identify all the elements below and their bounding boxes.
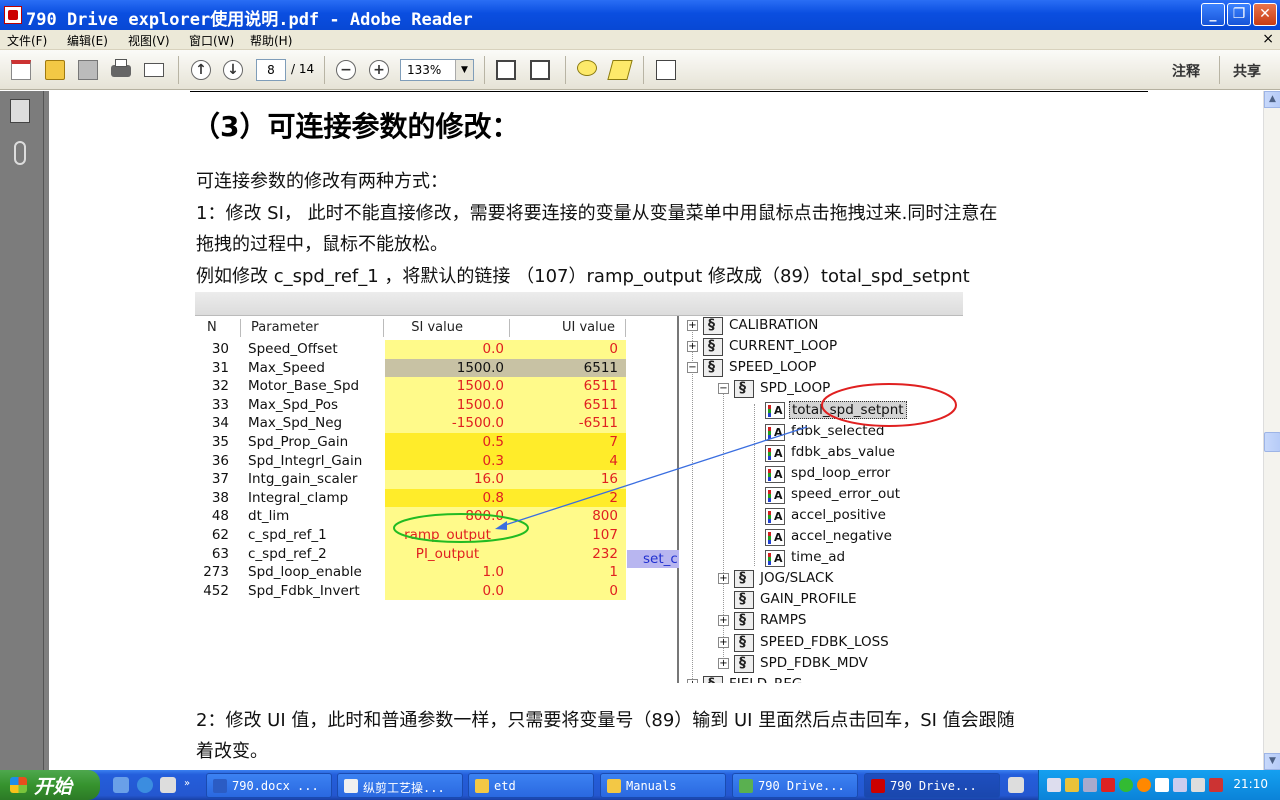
paragraph-2: 1：修改 SI， 此时不能直接修改，需要将要连接的变量从变量菜单中用鼠标点击拖拽… xyxy=(196,203,998,224)
save-icon[interactable] xyxy=(75,57,101,83)
zoom-in-button[interactable]: + xyxy=(366,57,392,83)
security-icon[interactable] xyxy=(1209,778,1223,792)
full-screen-icon[interactable] xyxy=(653,57,679,83)
screenshot-figure: N Parameter SI value UI value 30 Speed_Of… xyxy=(195,292,963,683)
toolbar: ↑ ↓ 8 / 14 − + 133% ▼ 注释 共享 xyxy=(0,50,1280,90)
drag-arrowhead xyxy=(495,521,507,530)
next-page-button[interactable]: ↓ xyxy=(220,57,246,83)
green-highlight-ellipse xyxy=(393,513,529,543)
menu-window[interactable]: 窗口(W) xyxy=(189,32,234,49)
page-total: / 14 xyxy=(291,62,315,76)
create-pdf-icon[interactable] xyxy=(8,57,34,83)
title-bar: 790 Drive explorer使用说明.pdf - Adobe Reade… xyxy=(0,0,1280,30)
attachment-icon[interactable] xyxy=(14,141,26,165)
zoom-select[interactable]: 133% ▼ xyxy=(400,59,474,81)
window-title: 790 Drive explorer使用说明.pdf - Adobe Reade… xyxy=(26,10,473,30)
open-file-icon[interactable] xyxy=(42,57,68,83)
tray-icon-3[interactable] xyxy=(1083,778,1097,792)
tray-icon-7[interactable] xyxy=(1155,778,1169,792)
menu-view[interactable]: 视图(V) xyxy=(128,32,170,49)
taskbar-item-5[interactable]: 790 Drive... xyxy=(732,773,858,798)
windows-logo-icon xyxy=(10,777,27,793)
show-desktop-icon[interactable] xyxy=(113,777,129,793)
system-tray: 21:10 xyxy=(1038,770,1280,800)
share-panel-button[interactable]: 共享 xyxy=(1233,61,1261,81)
menu-file[interactable]: 文件(F) xyxy=(7,32,47,49)
taskbar: 开始 » 790.docx ... 纵剪工艺操... etd Manuals 7… xyxy=(0,770,1280,800)
navigation-pane xyxy=(0,91,44,770)
tray-icon-2[interactable] xyxy=(1065,778,1079,792)
scroll-down-button[interactable]: ▼ xyxy=(1264,753,1280,770)
fit-width-icon[interactable] xyxy=(527,57,553,83)
start-button[interactable]: 开始 xyxy=(0,770,100,800)
taskbar-item-2[interactable]: 纵剪工艺操... xyxy=(337,773,463,798)
scroll-thumb[interactable] xyxy=(1264,432,1280,452)
close-button[interactable]: ✕ xyxy=(1253,3,1277,26)
comment-panel-button[interactable]: 注释 xyxy=(1172,61,1200,81)
paragraph-5: 2：修改 UI 值，此时和普通参数一样，只需要将变量号（89）输到 UI 里面然… xyxy=(196,710,1015,731)
scroll-up-button[interactable]: ▲ xyxy=(1264,91,1280,108)
red-highlight-ellipse xyxy=(821,383,957,427)
section-heading: （3）可连接参数的修改： xyxy=(192,110,520,143)
pages-icon[interactable] xyxy=(10,99,30,123)
network-icon[interactable] xyxy=(1173,778,1187,792)
paragraph-3: 拖拽的过程中，鼠标不能放松。 xyxy=(196,234,448,255)
taskbar-item-6[interactable]: 790 Drive... xyxy=(864,773,1000,798)
volume-icon[interactable] xyxy=(1191,778,1205,792)
page-number-input[interactable]: 8 xyxy=(256,59,286,81)
tray-icon-1[interactable] xyxy=(1047,778,1061,792)
email-icon[interactable] xyxy=(141,57,167,83)
taskbar-item-1[interactable]: 790.docx ... xyxy=(206,773,332,798)
annotation-overlay xyxy=(393,383,957,543)
quicklaunch-icon[interactable] xyxy=(160,777,176,793)
previous-page-button[interactable]: ↑ xyxy=(188,57,214,83)
tray-icon-6[interactable] xyxy=(1137,778,1151,792)
menu-bar: 文件(F) 编辑(E) 视图(V) 窗口(W) 帮助(H) × xyxy=(0,30,1280,50)
highlight-icon[interactable] xyxy=(607,57,633,83)
minimize-button[interactable]: _ xyxy=(1201,3,1225,26)
taskbar-item-4[interactable]: Manuals xyxy=(600,773,726,798)
antivirus-icon[interactable] xyxy=(1101,778,1115,792)
start-label: 开始 xyxy=(34,776,73,798)
paragraph-4: 例如修改 c_spd_ref_1 ，将默认的链接 （107）ramp_outpu… xyxy=(196,266,970,287)
print-icon[interactable] xyxy=(108,57,134,83)
vertical-scrollbar[interactable]: ▲ ▼ xyxy=(1263,91,1280,770)
zoom-out-button[interactable]: − xyxy=(333,57,359,83)
paragraph-1: 可连接参数的修改有两种方式： xyxy=(196,171,448,192)
menu-help[interactable]: 帮助(H) xyxy=(250,32,292,49)
taskbar-item-3[interactable]: etd xyxy=(468,773,594,798)
menu-edit[interactable]: 编辑(E) xyxy=(67,32,108,49)
restore-button[interactable]: ❐ xyxy=(1227,3,1251,26)
comment-icon[interactable] xyxy=(574,57,600,83)
adobe-reader-icon xyxy=(4,6,22,24)
document-viewport: （3）可连接参数的修改： 可连接参数的修改有两种方式： 1：修改 SI， 此时不… xyxy=(44,91,1263,770)
paragraph-6: 着改变。 xyxy=(196,741,268,762)
quicklaunch-more-icon[interactable]: » xyxy=(184,778,190,789)
internet-explorer-icon[interactable] xyxy=(137,777,153,793)
clock: 21:10 xyxy=(1233,777,1268,791)
close-document-icon[interactable]: × xyxy=(1262,31,1274,47)
fit-page-icon[interactable] xyxy=(493,57,519,83)
drag-arrow xyxy=(501,426,808,527)
tray-icon-5[interactable] xyxy=(1119,778,1133,792)
keyboard-icon[interactable] xyxy=(1008,777,1024,793)
zoom-value: 133% xyxy=(407,63,442,77)
pdf-page: （3）可连接参数的修改： 可连接参数的修改有两种方式： 1：修改 SI， 此时不… xyxy=(49,91,1263,770)
chevron-down-icon[interactable]: ▼ xyxy=(455,60,473,80)
